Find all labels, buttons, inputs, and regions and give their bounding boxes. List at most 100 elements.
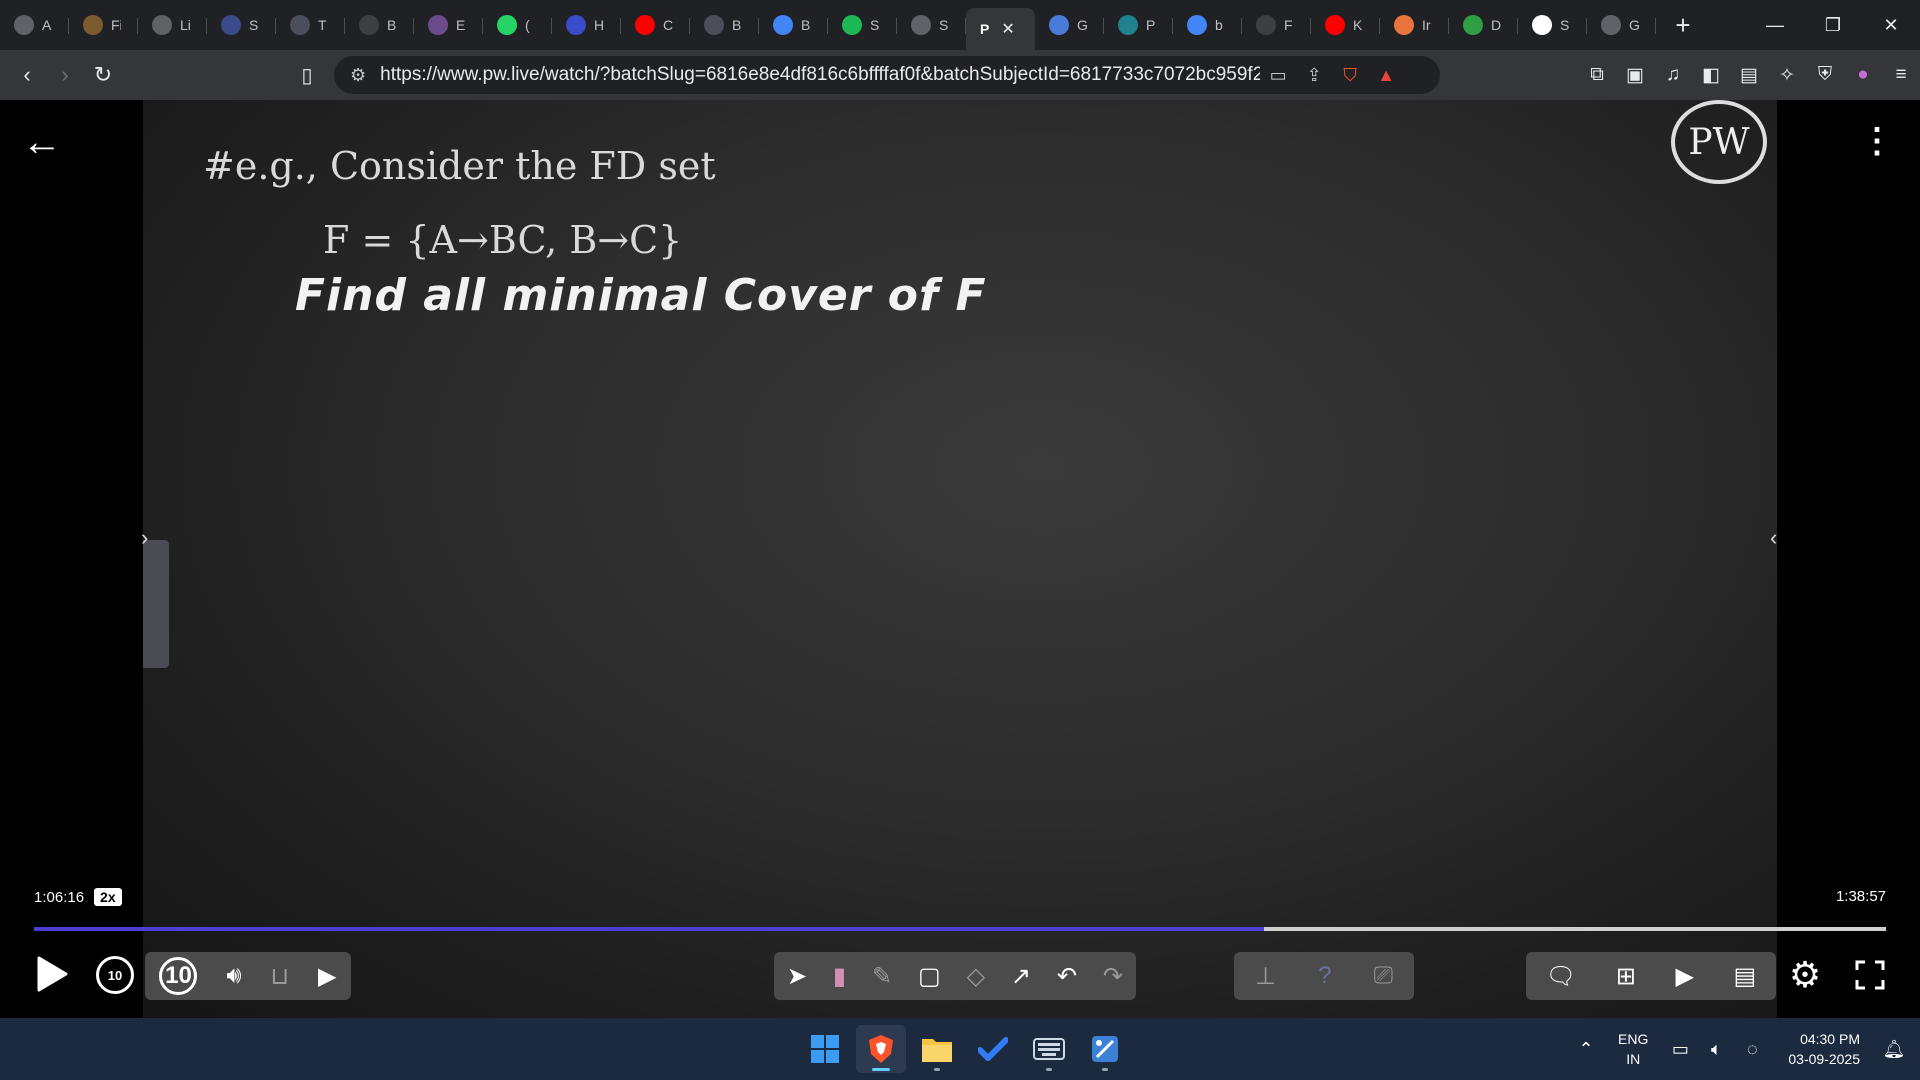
eraser-icon[interactable]: ◇	[967, 962, 985, 991]
tab-title: Fi	[111, 17, 121, 33]
browser-tab[interactable]: S	[828, 6, 897, 44]
close-tab-icon[interactable]: ✕	[1001, 19, 1014, 39]
browser-tab[interactable]: Li	[138, 6, 207, 44]
sidebar-icon[interactable]: ◧	[1692, 64, 1730, 87]
clock[interactable]: 04:30 PM 03-09-2025	[1788, 1029, 1860, 1069]
pen-icon[interactable]: ✎	[872, 962, 892, 991]
browser-tab[interactable]: G	[1587, 6, 1656, 44]
rectangle-icon[interactable]: ▢	[918, 962, 941, 991]
speaker-icon[interactable]: 🔈︎	[1698, 1039, 1734, 1060]
highlighter-icon[interactable]: ▮	[833, 962, 846, 991]
bookmark-icon[interactable]: ▯	[288, 56, 326, 94]
touch-keyboard-icon[interactable]	[1024, 1025, 1074, 1073]
minimize-icon[interactable]: —	[1746, 0, 1804, 50]
more-options-icon[interactable]: ⋮	[1860, 124, 1894, 158]
brave-shields-icon[interactable]: ⛉	[1332, 65, 1368, 86]
slides-icon[interactable]: ▶	[1675, 962, 1693, 991]
forward-10-icon[interactable]: 10	[159, 957, 198, 995]
stream-icon[interactable]: ⊔	[270, 962, 289, 991]
menu-icon[interactable]: ≡	[1882, 64, 1920, 86]
browser-tab[interactable]: K	[1311, 6, 1380, 44]
language-indicator[interactable]: ENG IN	[1618, 1029, 1648, 1069]
message-icon[interactable]: ◌	[1734, 1039, 1770, 1060]
hex-icon	[566, 15, 586, 35]
side-panel-handle[interactable]	[143, 540, 169, 668]
browser-tab-active[interactable]: P ✕	[966, 8, 1035, 50]
rewind-10-icon[interactable]: 10	[96, 956, 134, 994]
browser-tab[interactable]: A	[0, 6, 69, 44]
settings-gear-icon[interactable]: ⚙	[1782, 952, 1828, 998]
pointer-icon[interactable]: ➤	[787, 962, 807, 991]
browser-tab[interactable]: D	[1449, 6, 1518, 44]
back-icon[interactable]: ‹	[8, 56, 46, 94]
chevron-left-icon[interactable]: ‹	[1770, 525, 1777, 551]
share-icon[interactable]: ⇪	[1296, 65, 1332, 86]
site-settings-icon[interactable]: ⚙	[350, 65, 366, 86]
fullscreen-icon[interactable]	[1852, 956, 1888, 994]
forward-icon[interactable]: ›	[46, 56, 84, 94]
browser-tab[interactable]: (	[483, 6, 552, 44]
todo-icon[interactable]	[968, 1025, 1018, 1073]
address-bar[interactable]: ⚙ https://www.pw.live/watch/?batchSlug=6…	[334, 56, 1440, 94]
notification-bell-icon[interactable]: 🔔︎	[1876, 1039, 1912, 1060]
show-hidden-icons-icon[interactable]: ⌃	[1568, 1039, 1604, 1060]
browser-tab[interactable]: P	[1104, 6, 1173, 44]
new-tab-icon[interactable]: +	[1668, 10, 1698, 41]
volume-icon[interactable]: 🔊︎	[226, 962, 241, 990]
restore-icon[interactable]: ❐	[1804, 0, 1862, 50]
browser-tab[interactable]: b	[1173, 6, 1242, 44]
browser-tab[interactable]: F	[1242, 6, 1311, 44]
translate-icon[interactable]: ⊞	[1616, 962, 1636, 991]
browser-tab[interactable]: S	[207, 6, 276, 44]
snipping-tool-icon[interactable]	[1080, 1025, 1130, 1073]
leo-icon[interactable]: ✧	[1768, 64, 1806, 87]
chevron-right-icon[interactable]: ›	[141, 525, 148, 551]
browser-tab[interactable]: S	[1518, 6, 1587, 44]
browser-tab[interactable]: Ir	[1380, 6, 1449, 44]
start-icon[interactable]	[800, 1025, 850, 1073]
notes-icon[interactable]: ▤	[1734, 962, 1757, 991]
doubt-icon[interactable]: ?	[1318, 962, 1331, 990]
clock-time: 04:30 PM	[1800, 1031, 1860, 1047]
arrow-tool-icon[interactable]: ↗	[1011, 962, 1031, 991]
system-tray: ⌃ ENG IN ▭ 🔈︎ ◌ 04:30 PM 03-09-2025 🔔︎	[1568, 1018, 1920, 1080]
undo-icon[interactable]: ↶	[1057, 962, 1077, 991]
close-window-icon[interactable]: ✕	[1862, 0, 1920, 50]
ortho-icon	[704, 15, 724, 35]
vpn-icon[interactable]: ⛨	[1806, 64, 1844, 86]
browser-tab[interactable]: Fi	[69, 6, 138, 44]
cast-icon[interactable]: ▭	[1260, 65, 1296, 86]
wallet-icon[interactable]: ▤	[1730, 64, 1768, 87]
chat-icon[interactable]: 🗨︎	[1546, 962, 1576, 991]
brave-rewards-icon[interactable]: ▲	[1368, 65, 1404, 86]
browser-tab[interactable]: B	[759, 6, 828, 44]
reload-icon[interactable]: ↻	[84, 56, 122, 94]
network-icon[interactable]: ▭	[1662, 1039, 1698, 1060]
browser-tab[interactable]: B	[690, 6, 759, 44]
back-arrow-icon[interactable]: ←	[22, 120, 62, 165]
seek-bar[interactable]	[34, 927, 1886, 931]
profile-icon[interactable]: ●	[1844, 64, 1882, 86]
play-icon[interactable]	[30, 950, 74, 998]
poll-icon[interactable]: ⊥	[1255, 962, 1276, 991]
browser-tab[interactable]: E	[414, 6, 483, 44]
next-icon[interactable]: ▶	[318, 962, 336, 991]
video-frame[interactable]: #e.g., Consider the FD set F = {A→BC, B→…	[143, 100, 1777, 1018]
board-fd-set: F = {A→BC, B→C}	[323, 218, 683, 262]
extensions-icon[interactable]: ⧉	[1578, 64, 1616, 86]
speed-icon	[83, 15, 103, 35]
browser-tab[interactable]: S	[897, 6, 966, 44]
playback-speed[interactable]: 2x	[94, 888, 122, 906]
url-text[interactable]: https://www.pw.live/watch/?batchSlug=681…	[380, 64, 1260, 86]
camera-icon[interactable]: ⎚	[1374, 962, 1393, 990]
browser-tab[interactable]: B	[345, 6, 414, 44]
browser-tab[interactable]: H	[552, 6, 621, 44]
file-explorer-icon[interactable]	[912, 1025, 962, 1073]
brave-browser-icon[interactable]	[856, 1025, 906, 1073]
browser-tab[interactable]: T	[276, 6, 345, 44]
reader-icon[interactable]: ▣	[1616, 64, 1654, 87]
browser-tab[interactable]: C	[621, 6, 690, 44]
redo-icon[interactable]: ↷	[1103, 962, 1123, 991]
browser-tab[interactable]: G	[1035, 6, 1104, 44]
music-icon[interactable]: ♫	[1654, 64, 1692, 86]
